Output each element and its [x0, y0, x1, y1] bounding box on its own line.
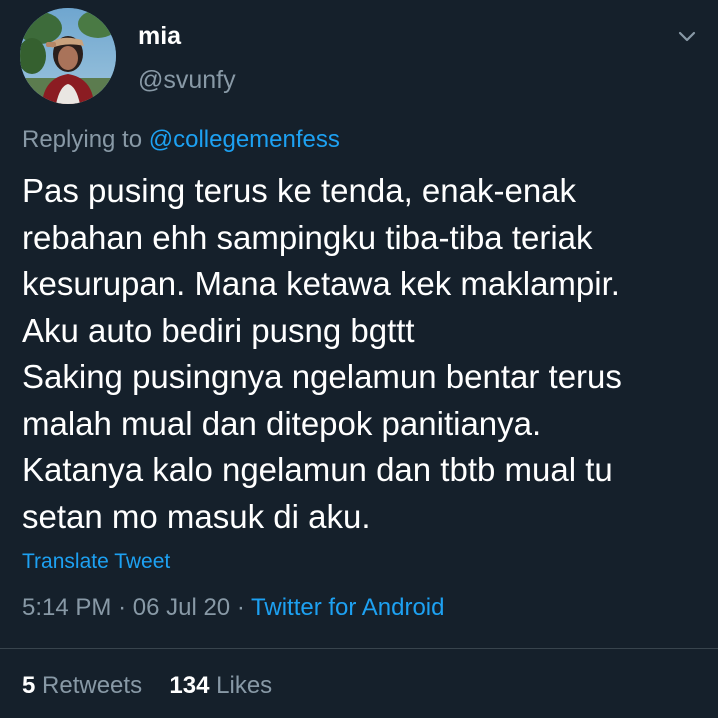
tweet-date: 06 Jul 20	[132, 594, 231, 621]
tweet-source-link[interactable]: Twitter for Android	[251, 594, 444, 621]
tweet-text-line: Katanya kalo ngelamun dan tbtb mual tu	[22, 451, 613, 488]
tweet-text-line: rebahan ehh sampingku tiba-tiba teriak	[22, 218, 593, 256]
likes-count: 134	[169, 672, 210, 699]
translate-tweet-link[interactable]: Translate Tweet	[22, 550, 170, 574]
likes-stat[interactable]: 134 Likes	[169, 672, 272, 699]
meta-separator: ·	[118, 594, 127, 621]
tweet-time: 5:14 PM	[22, 594, 112, 621]
meta-separator: ·	[236, 594, 245, 621]
tweet-text-line: kesurupan. Mana ketawa kek maklampir.	[22, 265, 620, 302]
chevron-down-icon[interactable]	[676, 26, 698, 48]
tweet-text: Pas pusing terus ke tenda, enak-enak reb…	[22, 168, 702, 540]
tweet-meta: 5:14 PM · 06 Jul 20 · Twitter for Androi…	[22, 594, 444, 622]
replying-to-label: Replying to	[22, 126, 143, 153]
mention-link[interactable]: @collegemenfess	[149, 126, 340, 153]
tweet-text-line: malah mual dan ditepok panitianya.	[22, 404, 542, 442]
display-name[interactable]: mia	[138, 22, 181, 51]
likes-label: Likes	[216, 672, 273, 699]
divider	[0, 648, 718, 649]
tweet-text-line: Aku auto bediri pusng bgttt	[22, 311, 415, 349]
retweets-stat[interactable]: 5 Retweets	[22, 672, 149, 699]
profile-photo-icon	[20, 8, 116, 104]
tweet-text-line: Saking pusingnya ngelamun bentar terus	[22, 358, 622, 395]
replying-to: Replying to @collegemenfess	[22, 126, 340, 154]
tweet-stats: 5 Retweets 134 Likes	[22, 672, 272, 700]
avatar[interactable]	[20, 8, 116, 104]
user-handle[interactable]: @svunfy	[138, 66, 236, 95]
tweet-text-line: setan mo masuk di aku.	[22, 497, 371, 535]
tweet-detail: mia @svunfy Replying to @collegemenfess …	[0, 0, 718, 718]
tweet-text-line: Pas pusing terus ke tenda, enak-enak	[22, 172, 577, 209]
retweets-label: Retweets	[42, 672, 143, 699]
retweets-count: 5	[22, 672, 36, 699]
